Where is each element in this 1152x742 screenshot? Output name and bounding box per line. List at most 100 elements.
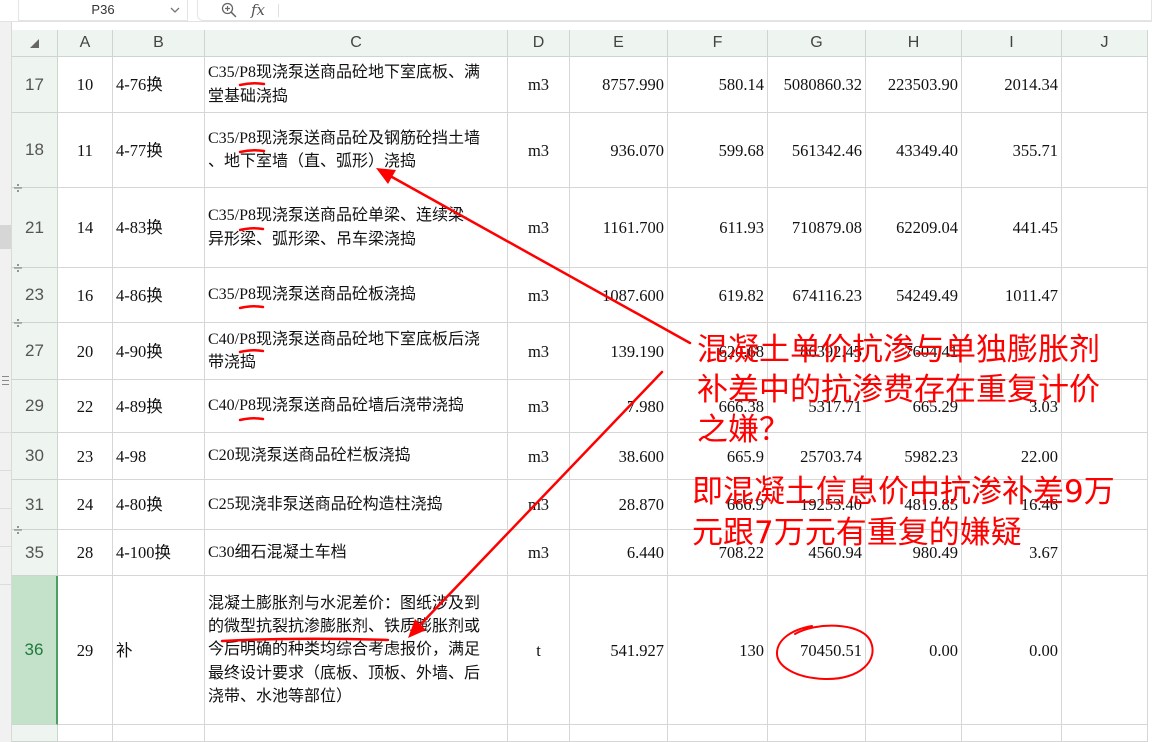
cell-C30[interactable]: C20现浇泵送商品砼栏板浇捣 <box>205 433 508 480</box>
cell-Gpartial[interactable] <box>768 725 866 742</box>
row-header-35[interactable]: 35 <box>12 530 58 576</box>
cell-I30[interactable]: 22.00 <box>962 433 1062 480</box>
cell-F30[interactable]: 665.9 <box>668 433 768 480</box>
select-all-button[interactable] <box>12 30 58 57</box>
cell-H36[interactable]: 0.00 <box>866 576 962 725</box>
row-header-30[interactable]: 30 <box>12 433 58 480</box>
cell-Hpartial[interactable] <box>866 725 962 742</box>
cell-Fpartial[interactable] <box>668 725 768 742</box>
cell-B30[interactable]: 4-98 <box>113 433 205 480</box>
row-header-23[interactable]: 23 <box>12 268 58 323</box>
cell-H29[interactable]: 665.29 <box>866 380 962 433</box>
column-header-i[interactable]: I <box>962 30 1062 57</box>
cell-A31[interactable]: 24 <box>58 480 113 530</box>
cell-J18[interactable] <box>1062 113 1148 188</box>
cell-E35[interactable]: 6.440 <box>570 530 668 576</box>
cell-C29[interactable]: C40/P8现浇泵送商品砼墙后浇带浇捣 <box>205 380 508 433</box>
cell-A17[interactable]: 10 <box>58 57 113 113</box>
cell-H18[interactable]: 43349.40 <box>866 113 962 188</box>
cell-E27[interactable]: 139.190 <box>570 323 668 380</box>
cell-D31[interactable]: m3 <box>508 480 570 530</box>
row-header-17[interactable]: 17 <box>12 57 58 113</box>
cell-F27[interactable]: 620.68 <box>668 323 768 380</box>
cell-D18[interactable]: m3 <box>508 113 570 188</box>
cell-B17[interactable]: 4-76换 <box>113 57 205 113</box>
cell-C18[interactable]: C35/P8现浇泵送商品砼及钢筋砼挡土墙 、地下室墙（直、弧形）浇捣 <box>205 113 508 188</box>
column-header-e[interactable]: E <box>570 30 668 57</box>
column-header-d[interactable]: D <box>508 30 570 57</box>
cell-Bpartial[interactable] <box>113 725 205 742</box>
row-header-27[interactable]: 27 <box>12 323 58 380</box>
cell-D21[interactable]: m3 <box>508 188 570 268</box>
cell-D30[interactable]: m3 <box>508 433 570 480</box>
cell-C27[interactable]: C40/P8现浇泵送商品砼地下室底板后浇 带浇捣 <box>205 323 508 380</box>
cell-J21[interactable] <box>1062 188 1148 268</box>
hidden-rows-marker[interactable] <box>13 263 23 273</box>
cell-J30[interactable] <box>1062 433 1148 480</box>
cell-G18[interactable]: 561342.46 <box>768 113 866 188</box>
cell-H31[interactable]: 4819.85 <box>866 480 962 530</box>
cell-D36[interactable]: t <box>508 576 570 725</box>
cell-F23[interactable]: 619.82 <box>668 268 768 323</box>
cell-F35[interactable]: 708.22 <box>668 530 768 576</box>
cell-B23[interactable]: 4-86换 <box>113 268 205 323</box>
cell-C35[interactable]: C30细石混凝土车档 <box>205 530 508 576</box>
column-header-g[interactable]: G <box>768 30 866 57</box>
cell-J23[interactable] <box>1062 268 1148 323</box>
cell-B27[interactable]: 4-90换 <box>113 323 205 380</box>
cell-E21[interactable]: 1161.700 <box>570 188 668 268</box>
row-header-21[interactable]: 21 <box>12 188 58 268</box>
cell-A18[interactable]: 11 <box>58 113 113 188</box>
column-header-f[interactable]: F <box>668 30 768 57</box>
cell-I31[interactable]: 16.46 <box>962 480 1062 530</box>
cell-A36[interactable]: 29 <box>58 576 113 725</box>
cell-Cpartial[interactable] <box>205 725 508 742</box>
column-header-b[interactable]: B <box>113 30 205 57</box>
row-header-29[interactable]: 29 <box>12 380 58 433</box>
row-header-36[interactable]: 36 <box>12 576 58 725</box>
cell-G31[interactable]: 19253.40 <box>768 480 866 530</box>
cell-B21[interactable]: 4-83换 <box>113 188 205 268</box>
cell-E30[interactable]: 38.600 <box>570 433 668 480</box>
cell-J36[interactable] <box>1062 576 1148 725</box>
cell-D23[interactable]: m3 <box>508 268 570 323</box>
cell-E29[interactable]: 7.980 <box>570 380 668 433</box>
name-box[interactable]: P36 <box>18 0 188 21</box>
cell-A30[interactable]: 23 <box>58 433 113 480</box>
cell-B35[interactable]: 4-100换 <box>113 530 205 576</box>
cell-I17[interactable]: 2014.34 <box>962 57 1062 113</box>
fx-button[interactable]: fx <box>251 0 265 20</box>
cell-H17[interactable]: 223503.90 <box>866 57 962 113</box>
cell-E17[interactable]: 8757.990 <box>570 57 668 113</box>
cell-C23[interactable]: C35/P8现浇泵送商品砼板浇捣 <box>205 268 508 323</box>
cell-A27[interactable]: 20 <box>58 323 113 380</box>
cell-Jpartial[interactable] <box>1062 725 1148 742</box>
cell-E36[interactable]: 541.927 <box>570 576 668 725</box>
cell-B18[interactable]: 4-77换 <box>113 113 205 188</box>
cell-J31[interactable] <box>1062 480 1148 530</box>
cell-A21[interactable]: 14 <box>58 188 113 268</box>
cell-G29[interactable]: 5317.71 <box>768 380 866 433</box>
cell-I29[interactable]: 3.03 <box>962 380 1062 433</box>
cell-I21[interactable]: 441.45 <box>962 188 1062 268</box>
cell-H21[interactable]: 62209.04 <box>866 188 962 268</box>
cell-E31[interactable]: 28.870 <box>570 480 668 530</box>
cell-J17[interactable] <box>1062 57 1148 113</box>
cell-C21[interactable]: C35/P8现浇泵送商品砼单梁、连续梁、 异形梁、弧形梁、吊车梁浇捣 <box>205 188 508 268</box>
cell-A35[interactable]: 28 <box>58 530 113 576</box>
cell-D17[interactable]: m3 <box>508 57 570 113</box>
cell-F17[interactable]: 580.14 <box>668 57 768 113</box>
hidden-rows-marker[interactable] <box>13 183 23 193</box>
cell-I35[interactable]: 3.67 <box>962 530 1062 576</box>
cell-F18[interactable]: 599.68 <box>668 113 768 188</box>
cell-A23[interactable]: 16 <box>58 268 113 323</box>
column-header-h[interactable]: H <box>866 30 962 57</box>
cell-G17[interactable]: 5080860.32 <box>768 57 866 113</box>
row-header-partial[interactable] <box>12 725 58 742</box>
cell-Epartial[interactable] <box>570 725 668 742</box>
column-header-j[interactable]: J <box>1062 30 1148 57</box>
cell-B29[interactable]: 4-89换 <box>113 380 205 433</box>
cell-E23[interactable]: 1087.600 <box>570 268 668 323</box>
cell-H23[interactable]: 54249.49 <box>866 268 962 323</box>
cell-C31[interactable]: C25现浇非泵送商品砼构造柱浇捣 <box>205 480 508 530</box>
